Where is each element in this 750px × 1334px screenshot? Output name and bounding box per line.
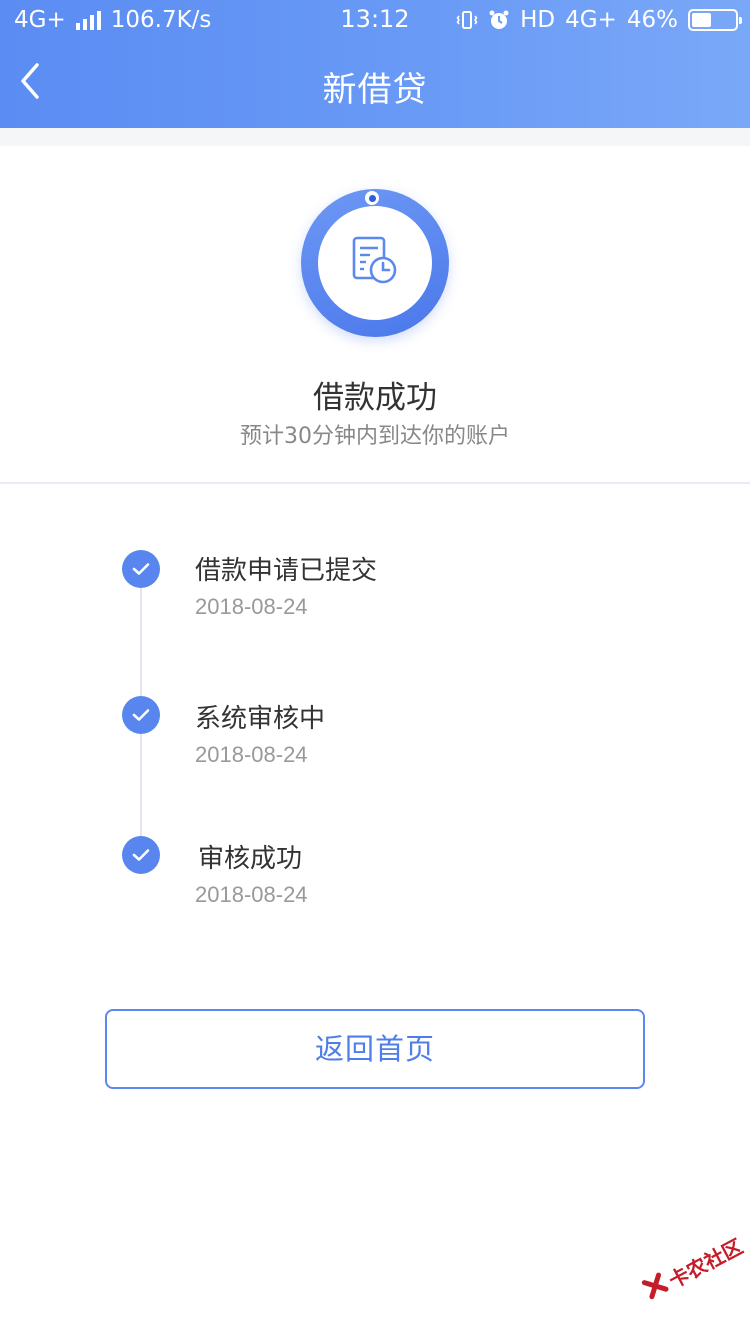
battery-icon bbox=[688, 9, 742, 31]
document-clock-icon bbox=[348, 234, 402, 292]
progress-timeline: 借款申请已提交 2018-08-24 系统审核中 2018-08-24 审核成功… bbox=[0, 484, 750, 964]
status-bar: 4G+ 106.7K/s 13:12 HD 4G+ 46% bbox=[0, 0, 750, 40]
nav-bar: 新借贷 bbox=[0, 40, 750, 128]
ring-indicator-dot bbox=[365, 191, 379, 205]
check-icon bbox=[122, 836, 160, 874]
vibrate-icon bbox=[456, 9, 478, 31]
alarm-clock-icon bbox=[488, 9, 510, 31]
step-date: 2018-08-24 bbox=[195, 882, 308, 907]
page-title: 新借贷 bbox=[322, 70, 428, 110]
step-title: 借款申请已提交 bbox=[195, 556, 378, 586]
app-header: 4G+ 106.7K/s 13:12 HD 4G+ 46% 新借贷 bbox=[0, 0, 750, 128]
result-subtitle: 预计30分钟内到达你的账户 bbox=[240, 424, 510, 449]
timeline-step-reviewing: 系统审核中 2018-08-24 bbox=[0, 696, 750, 776]
result-title: 借款成功 bbox=[313, 380, 437, 416]
step-date: 2018-08-24 bbox=[195, 594, 308, 619]
network-type-right-label: 4G+ bbox=[565, 7, 617, 33]
step-date: 2018-08-24 bbox=[195, 742, 308, 767]
header-divider bbox=[0, 128, 750, 146]
watermark-text: 卡农社区 bbox=[664, 1233, 747, 1293]
status-right-group: HD 4G+ 46% bbox=[456, 5, 742, 35]
status-ring bbox=[301, 189, 449, 337]
return-home-button[interactable]: 返回首页 bbox=[105, 1009, 645, 1089]
check-icon bbox=[122, 550, 160, 588]
step-title: 系统审核中 bbox=[195, 704, 326, 734]
step-title: 审核成功 bbox=[198, 844, 303, 874]
timeline-step-approved: 审核成功 2018-08-24 bbox=[0, 836, 750, 916]
ring-inner bbox=[318, 206, 432, 320]
result-card: 借款成功 预计30分钟内到达你的账户 bbox=[0, 146, 750, 484]
battery-level-fill bbox=[692, 13, 712, 27]
battery-percent-label: 46% bbox=[626, 7, 678, 33]
check-icon bbox=[122, 696, 160, 734]
timeline-step-submitted: 借款申请已提交 2018-08-24 bbox=[0, 548, 750, 628]
watermark-logo: 卡农社区 bbox=[630, 1210, 750, 1323]
hd-label: HD bbox=[520, 7, 556, 33]
